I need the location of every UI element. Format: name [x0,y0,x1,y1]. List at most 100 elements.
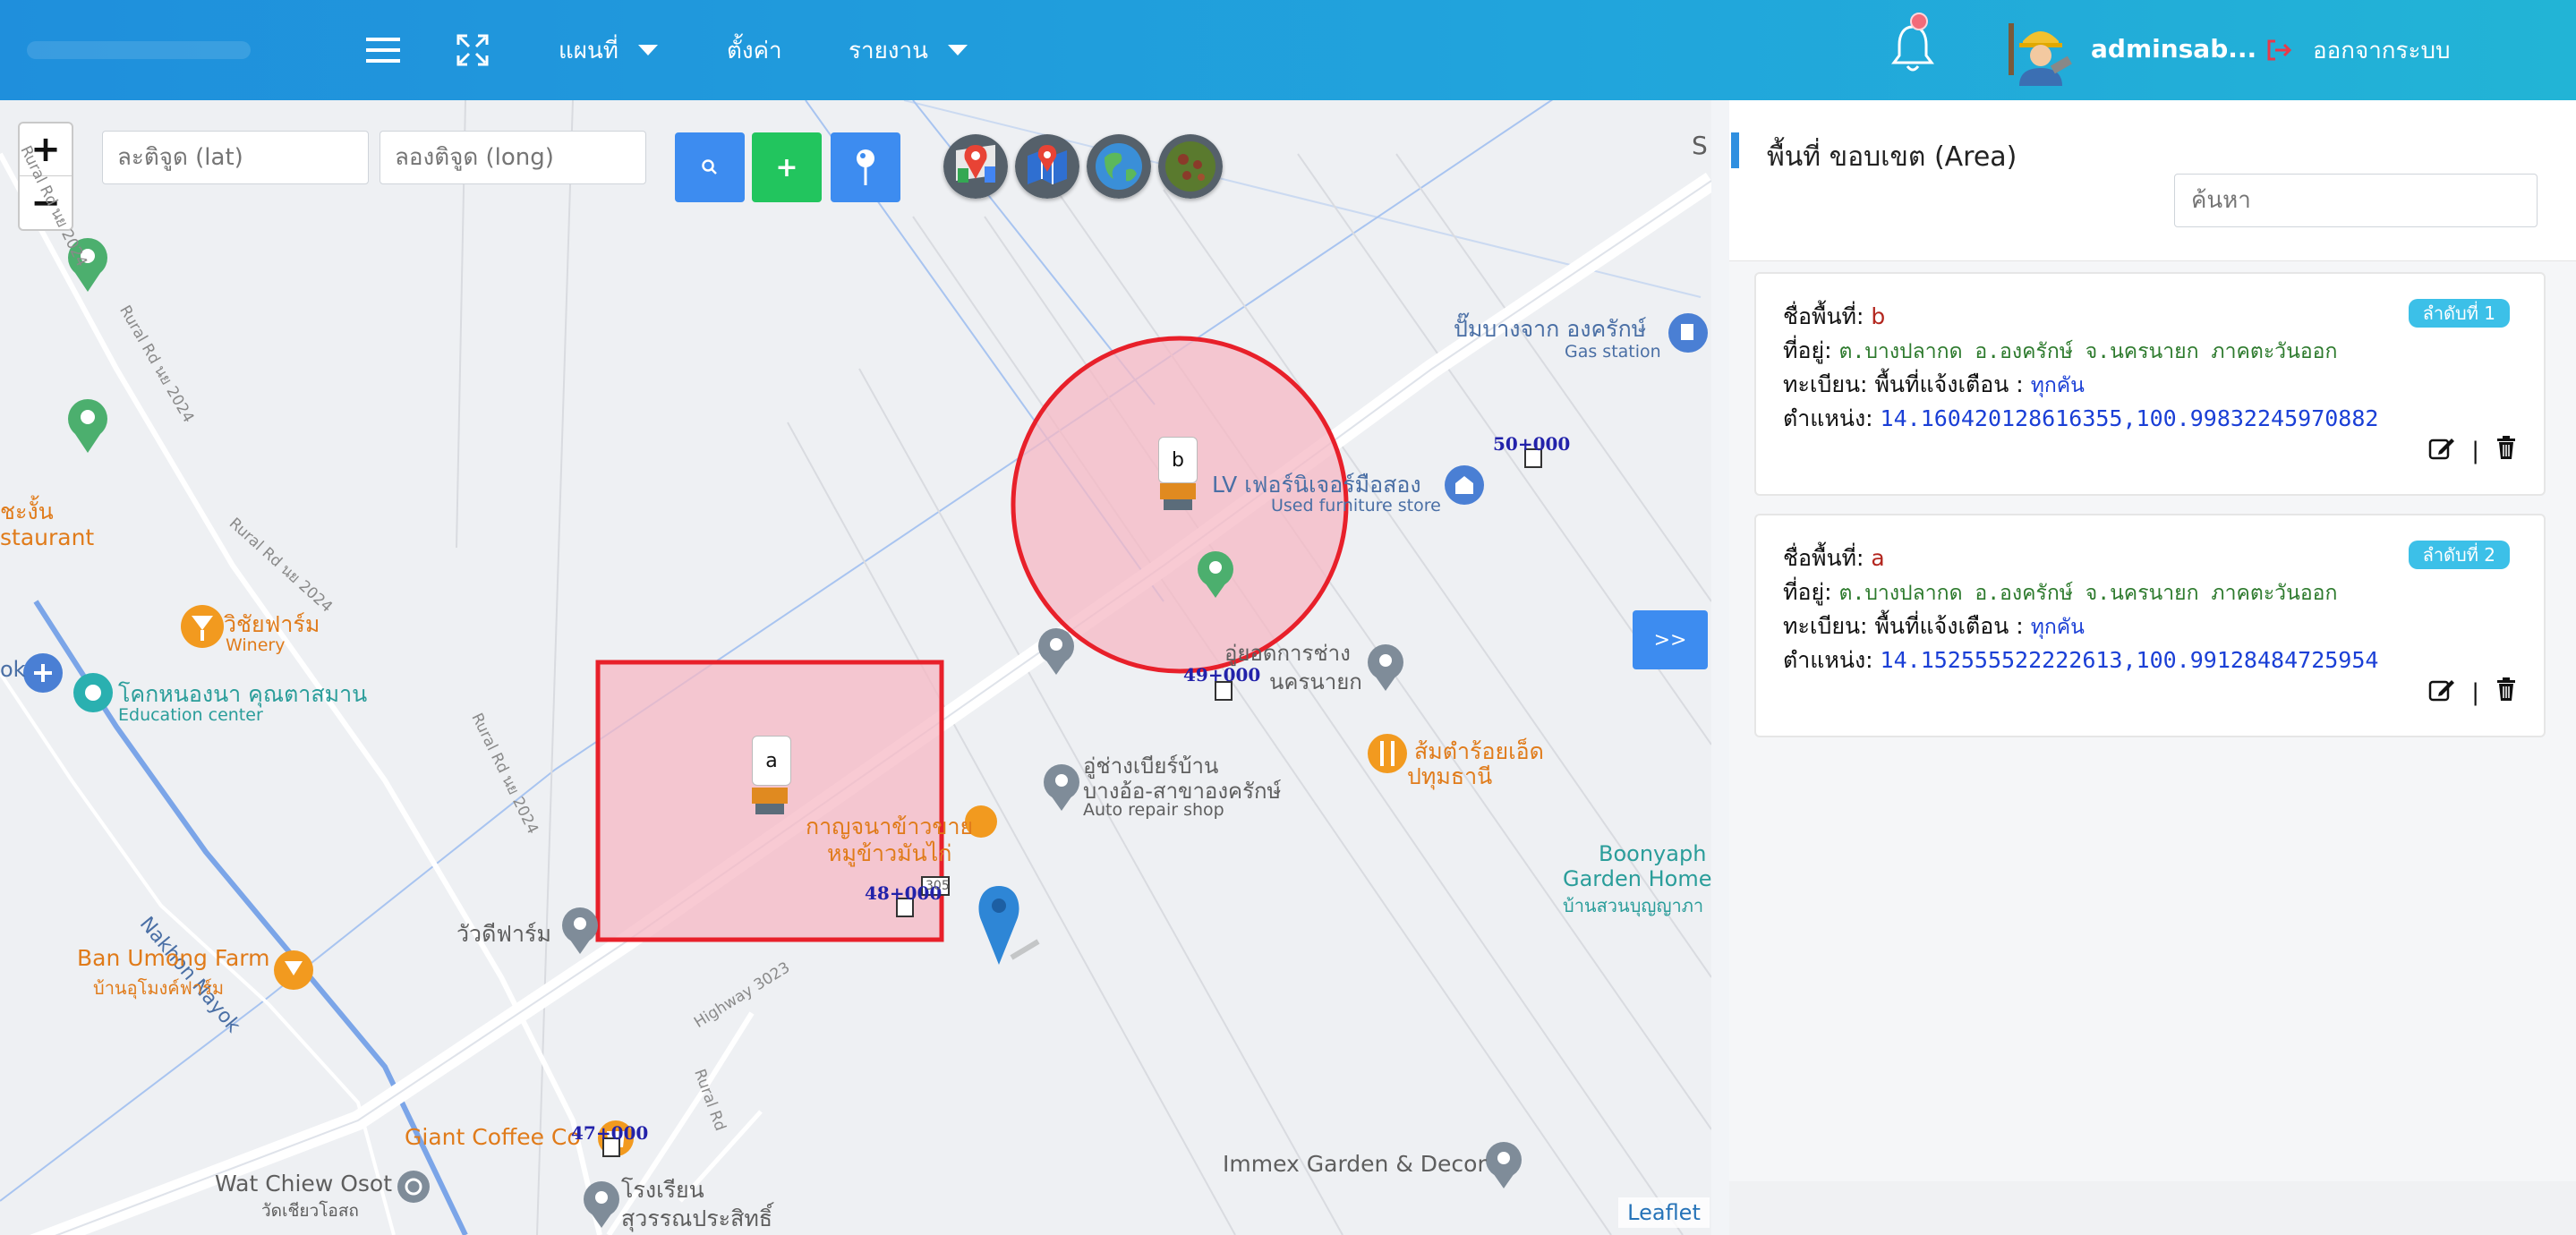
pin-button[interactable] [831,132,900,202]
menu-settings[interactable]: ตั้งค่า [727,27,782,73]
map-view[interactable]: + − + [0,100,1711,1235]
position-value: 14.152555522222613,100.99128484725954 [1880,647,2379,673]
earth-layer-button[interactable] [1087,134,1151,199]
google-maps-layer-button[interactable] [943,134,1008,199]
location-pin-icon [857,149,874,185]
map-label-garden-home[interactable]: Boonyaph [1599,841,1706,866]
order-badge: ลำดับที่ 1 [2408,299,2510,328]
leaflet-attribution-link[interactable]: Leaflet [1618,1197,1710,1228]
km-label: 50+000 [1493,433,1571,455]
area-registration-row: ทะเบียน: พื้นที่แจ้งเตือน : ทุกคัน [1783,367,2085,403]
card-actions: | [2428,435,2517,466]
area-name-row: ชื่อพื้นที่: b [1783,299,1885,335]
mapbox-layer-button[interactable] [1015,134,1079,199]
map-layer-icon [1015,134,1079,199]
area-name-label: ชื่อพื้นที่: [1783,303,1864,329]
map-basemap[interactable] [0,100,1711,1235]
search-icon [702,159,717,175]
area-panel-header: พื้นที่ ขอบเขต (Area) [1729,100,2576,261]
logout-label: ออกจากระบบ [2313,37,2451,64]
trash-icon[interactable] [2495,677,2517,708]
position-label: ตำแหน่ง: [1783,405,1873,431]
truck-icon [1160,483,1196,510]
address-label: ที่อยู่: [1783,579,1832,605]
area-card[interactable]: ชื่อพื้นที่: a ลำดับที่ 2 ที่อยู่: ต.บาง… [1754,514,2546,737]
card-actions: | [2428,677,2517,708]
registration-value: ทุกคัน [2030,616,2085,639]
map-label-immex[interactable]: Immex Garden & Decor [1223,1151,1487,1177]
latitude-input[interactable] [102,131,369,184]
map-label-wat-chiew[interactable]: Wat Chiew Osot [215,1171,392,1197]
top-navbar: แผนที่ ตั้งค่า รายงาน adminsab... ออกจาก… [0,0,2576,100]
road-sign: 305 [925,879,950,893]
area-name-value: b [1871,303,1886,329]
chevron-down-icon [947,45,968,55]
address-value: ต.บางปลากด อ.องครักษ์ จ.นครนายก ภาคตะวัน… [1838,340,2338,363]
map-label: นครนายก [1269,669,1362,694]
action-separator: | [2471,437,2479,464]
username[interactable]: adminsab... [2091,34,2256,64]
edit-icon[interactable] [2428,435,2455,466]
brand-logo[interactable] [27,41,251,59]
registration-separator: : [2016,371,2024,397]
map-label: S [1692,131,1708,160]
edit-icon[interactable] [2428,677,2455,708]
area-name-value: a [1871,545,1885,571]
avatar-engineer[interactable] [2005,14,2077,86]
map-label: Used furniture store [1271,496,1441,515]
panel-title: พื้นที่ ขอบเขต (Area) [1767,141,2017,173]
map-label: Garden Home [1563,866,1711,891]
expand-panel-button[interactable]: >> [1633,610,1708,669]
registration-label: ทะเบียน: [1783,613,1868,639]
area-tag-b[interactable]: b [1158,437,1198,483]
map-label: Education center [118,705,263,725]
add-button[interactable]: + [752,132,822,202]
fullscreen-icon[interactable] [449,27,496,73]
area-tag-a[interactable]: a [752,736,791,786]
menu-settings-label: ตั้งค่า [727,37,782,64]
area-search-input[interactable] [2174,174,2538,227]
map-label: ok [0,657,26,682]
map-label: สุวรรณประสิทธิ์ [621,1205,773,1231]
menu-map[interactable]: แผนที่ [559,27,658,73]
satellite-map-icon [1158,134,1223,199]
map-label: บ้านสวนบุญญาภา [1563,895,1704,916]
position-value: 14.160420128616355,100.99832245970882 [1880,405,2379,431]
map-label: Gas station [1565,342,1661,362]
menu-report[interactable]: รายงาน [849,27,968,73]
area-list[interactable]: ชื่อพื้นที่: b ลำดับที่ 1 ที่อยู่: ต.บาง… [1729,261,2576,1181]
menu-map-label: แผนที่ [559,37,618,64]
satellite-layer-button[interactable] [1158,134,1223,199]
map-label: วัดเชียวโอสถ [261,1201,359,1221]
registration-separator: : [2016,613,2024,639]
registration-label: ทะเบียน: [1783,371,1868,397]
area-name-row: ชื่อพื้นที่: a [1783,541,1885,576]
google-maps-icon [943,134,1008,199]
area-address-row: ที่อยู่: ต.บางปลากด อ.องครักษ์ จ.นครนายก… [1783,575,2337,610]
area-address-row: ที่อยู่: ต.บางปลากด อ.องครักษ์ จ.นครนายก… [1783,333,2337,369]
area-registration-row: ทะเบียน: พื้นที่แจ้งเตือน : ทุกคัน [1783,609,2085,644]
registration-value: ทุกคัน [2030,374,2085,397]
position-label: ตำแหน่ง: [1783,647,1873,673]
hamburger-icon[interactable] [360,27,406,73]
map-label-ban-umong[interactable]: Ban Umong Farm [77,945,269,971]
truck-icon [752,788,788,814]
km-label: 49+000 [1183,664,1261,686]
menu-report-label: รายงาน [849,37,928,64]
map-label: Winery [226,635,286,655]
map-label-wat-farm[interactable]: วัวดีฟาร์ม [456,916,551,952]
location-pin-icon[interactable] [978,886,1040,965]
trash-icon[interactable] [2495,435,2517,466]
longitude-input[interactable] [380,131,646,184]
map-label-giant-coffee[interactable]: Giant Coffee Co [405,1124,581,1150]
globe-icon [1087,134,1151,199]
search-button[interactable] [675,132,745,202]
area-position-row: ตำแหน่ง: 14.160420128616355,100.99832245… [1783,401,2378,437]
area-position-row: ตำแหน่ง: 14.152555522222613,100.99128484… [1783,643,2378,678]
map-label: บ้านอุโมงค์ฟาร์ม [93,977,224,999]
map-label: staurant [0,524,95,550]
area-panel: พื้นที่ ขอบเขต (Area) ชื่อพื้นที่: b ลำด… [1729,100,2576,1181]
area-card[interactable]: ชื่อพื้นที่: b ลำดับที่ 1 ที่อยู่: ต.บาง… [1754,272,2546,496]
logout-button[interactable]: ออกจากระบบ [2266,29,2451,72]
map-label: Auto repair shop [1083,800,1224,820]
